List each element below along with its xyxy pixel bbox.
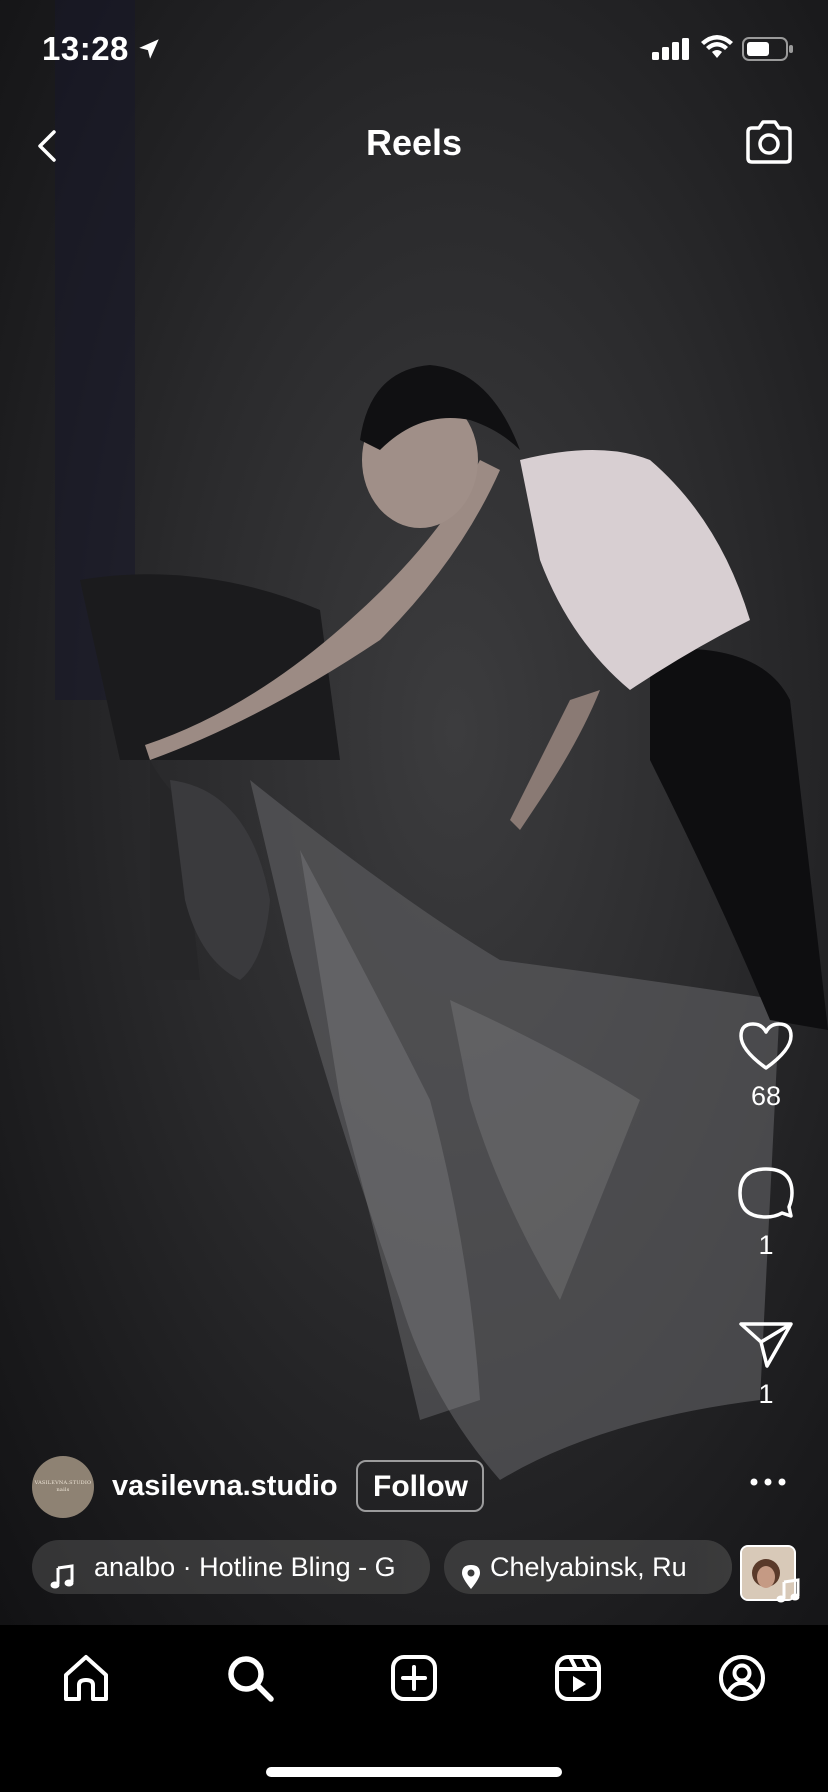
like-count: 68 [750,1081,782,1111]
wifi-icon [700,34,734,65]
music-note-icon [50,1554,74,1594]
more-button[interactable] [748,1472,788,1492]
bottom-nav [0,1625,828,1792]
reel-video[interactable] [0,0,828,1625]
audio-track-text: analbo · Hotline Bling - G [94,1552,396,1582]
home-icon [64,1655,108,1701]
avatar-logo-text: VASILEVNA.STUDIO nails [34,1480,92,1493]
heart-icon [739,1022,793,1070]
search-icon [228,1656,274,1702]
username[interactable]: vasilevna.studio [112,1470,338,1503]
video-frame-illustration [55,0,828,1480]
avatar[interactable]: VASILEVNA.STUDIO nails [32,1456,94,1518]
status-bar: 13:28 [0,0,828,100]
nav-profile[interactable] [717,1653,767,1703]
location-text: Chelyabinsk, Ru [490,1552,687,1582]
share-count: 1 [758,1379,774,1409]
comment-action[interactable]: 1 [726,1165,806,1261]
nav-create[interactable] [389,1653,439,1703]
comment-count: 1 [758,1230,774,1260]
chip-fade [390,1540,430,1594]
share-action[interactable]: 1 [726,1318,806,1410]
like-action[interactable]: 68 [726,1020,806,1112]
comment-icon [738,1167,794,1219]
location-pin-icon [460,1554,482,1594]
camera-icon [746,120,792,164]
audio-chip[interactable]: analbo · Hotline Bling - G [32,1540,430,1594]
send-icon [739,1322,793,1368]
nav-home[interactable] [61,1653,111,1703]
battery-icon [742,37,794,66]
location-chip[interactable]: Chelyabinsk, Ru [444,1540,732,1594]
profile-icon [719,1655,765,1701]
nav-search[interactable] [225,1653,275,1703]
reels-header: Reels [0,110,828,180]
audio-music-note-icon [776,1578,800,1609]
camera-button[interactable] [742,116,796,170]
chip-fade [692,1540,732,1594]
follow-button[interactable]: Follow [356,1460,484,1512]
create-icon [391,1655,437,1701]
nav-reels[interactable] [553,1653,603,1703]
page-title: Reels [365,122,463,163]
home-indicator [266,1767,562,1777]
reels-icon [555,1655,601,1701]
status-time: 13:28 [42,30,129,67]
more-horizontal-icon [750,1478,786,1486]
location-arrow-icon [136,36,162,67]
info-chips: analbo · Hotline Bling - G Chelyabinsk, … [32,1540,732,1594]
cellular-signal-icon [652,38,690,65]
